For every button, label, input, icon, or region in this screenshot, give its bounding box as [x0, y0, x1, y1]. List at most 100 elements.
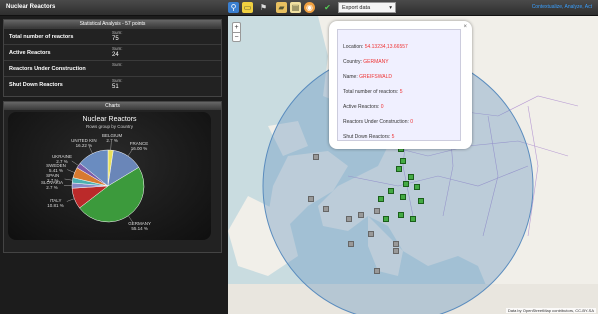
top-toolbar: Nuclear Reactors ⚲ ▭ ⚑ ▰ ▤ ◉ ✔ Export da… — [0, 0, 598, 16]
reactor-marker[interactable] — [323, 206, 329, 212]
reactor-marker[interactable] — [396, 166, 402, 172]
popup-key: Name: — [343, 74, 360, 80]
popup-key: Location: — [343, 44, 365, 50]
stat-label: Active Reactors — [9, 50, 51, 56]
pin-tool-icon[interactable]: ⚑ — [258, 2, 269, 13]
chevron-down-icon: ▾ — [389, 4, 392, 11]
pie-leader-line — [110, 142, 112, 151]
pie-slice-label: UNITED KIN 16.22 % — [64, 138, 104, 148]
popup-row: Location: 54.13234,13.66557 — [343, 44, 408, 50]
popup-key: Reactors Under Construction: — [343, 119, 411, 125]
map-attribution[interactable]: Data by OpenStreetMap contributors, CC-B… — [505, 308, 596, 313]
stat-label: Shut Down Reactors — [9, 82, 63, 88]
export-select[interactable]: Export data ▾ — [338, 2, 396, 13]
export-select-value: Export data — [342, 4, 371, 11]
stats-panel: Statistical Analysis - 57 points Total n… — [3, 19, 222, 97]
stat-row: Reactors Under Construction Sum: — [4, 60, 221, 76]
popup-key: Country: — [343, 59, 364, 65]
folder-icon[interactable]: ▰ — [276, 2, 287, 13]
slice-percent: 16.22 % — [75, 142, 93, 148]
checkmark-icon[interactable]: ✔ — [322, 2, 333, 13]
stat-sum-label: Sum: — [112, 78, 123, 83]
app-root: Nuclear Reactors ⚲ ▭ ⚑ ▰ ▤ ◉ ✔ Export da… — [0, 0, 598, 314]
pie-slice-label: FRANCE 16.00 % — [119, 141, 159, 151]
popup-value: GREIFSWALD — [359, 74, 392, 80]
comment-icon[interactable]: ▭ — [242, 2, 253, 13]
stat-sum-label: Sum: — [112, 30, 123, 35]
reactor-marker[interactable] — [393, 241, 399, 247]
popup-value: 0 — [380, 104, 384, 110]
stat-value: 75 — [112, 36, 119, 42]
popup-row: Total number of reactors: 5 — [343, 89, 402, 95]
popup-key: Total number of reactors: — [343, 89, 400, 95]
reactor-marker[interactable] — [408, 174, 414, 180]
note-icon[interactable]: ▤ — [290, 2, 301, 13]
popup-row: Shut Down Reactors: 5 — [343, 134, 394, 140]
popup-key: Shut Down Reactors: — [343, 134, 392, 140]
pie-chart-card: Nuclear Reactors Rows group by Country B… — [8, 112, 211, 240]
reactor-marker[interactable] — [383, 216, 389, 222]
location-pin-icon[interactable]: ⚲ — [228, 2, 239, 13]
popup-row: Name: GREIFSWALD — [343, 74, 392, 80]
left-panel: Statistical Analysis - 57 points Total n… — [0, 16, 228, 314]
reactor-marker[interactable] — [388, 188, 394, 194]
slice-percent: 10.81 % — [47, 202, 64, 208]
stats-header: Statistical Analysis - 57 points — [4, 20, 221, 28]
reactor-marker[interactable] — [348, 241, 354, 247]
popup-row: Reactors Under Construction: 0 — [343, 119, 413, 125]
popup-value: GERMANY — [363, 59, 389, 65]
reactor-marker[interactable] — [410, 216, 416, 222]
reactor-marker[interactable] — [308, 196, 314, 202]
slice-percent: 2.7 % — [46, 178, 59, 184]
popup-value: 5 — [391, 134, 395, 140]
popup-key: Active Reactors: — [343, 104, 381, 110]
slice-percent: 55.14 % — [131, 225, 148, 231]
pie-slice-label: SPAIN 2.7 % — [33, 173, 73, 183]
stat-value: 51 — [112, 84, 119, 90]
close-icon[interactable]: × — [463, 24, 467, 30]
popup-row: Country: GERMANY — [343, 59, 389, 65]
popup-value: 0 — [410, 119, 414, 125]
reactor-marker[interactable] — [374, 268, 380, 274]
charts-header: Charts — [4, 102, 221, 110]
pie-slice-label: SWEDEN 5.41 % — [36, 163, 76, 173]
header-link[interactable]: Contextualize, Analyze, Act — [532, 4, 592, 10]
reactor-marker[interactable] — [400, 194, 406, 200]
reactor-marker[interactable] — [403, 181, 409, 187]
stat-sum-label: Sum: — [112, 46, 123, 51]
stat-row: Active Reactors Sum: 24 — [4, 44, 221, 60]
reactor-marker[interactable] — [368, 231, 374, 237]
reactor-marker[interactable] — [414, 184, 420, 190]
reactor-marker[interactable] — [418, 198, 424, 204]
reactor-marker[interactable] — [378, 196, 384, 202]
zoom-out-button[interactable]: − — [233, 32, 240, 41]
slice-percent: 2.7 % — [46, 185, 58, 191]
reactor-marker[interactable] — [374, 208, 380, 214]
reactor-marker[interactable] — [346, 216, 352, 222]
reactor-marker[interactable] — [400, 158, 406, 164]
stat-label: Reactors Under Construction — [9, 66, 86, 72]
slice-percent: 16.00 % — [130, 146, 148, 152]
reactor-marker[interactable] — [313, 154, 319, 160]
reactor-marker[interactable] — [358, 212, 364, 218]
popup-content: Location: 54.13234,13.66557 Country: GERM… — [337, 29, 461, 141]
stat-sum-label: Sum: — [112, 62, 123, 67]
globe-icon[interactable]: ◉ — [304, 2, 315, 13]
stat-value: 24 — [112, 52, 119, 58]
pie-slice-label: GERMANY 55.14 % — [120, 221, 160, 231]
pie-slice-label: UKRAINE 2.7 % — [42, 154, 82, 164]
stat-row: Total number of reactors Sum: 75 — [4, 28, 221, 44]
slice-percent: 2.7 % — [56, 158, 68, 164]
zoom-control: + − — [232, 22, 241, 42]
zoom-in-button[interactable]: + — [233, 23, 240, 32]
map-view[interactable]: + − × Location: 54.13234,13.66557 Country… — [228, 16, 598, 314]
reactor-popup: × Location: 54.13234,13.66557 Country: GE… — [329, 21, 472, 149]
popup-row: Active Reactors: 0 — [343, 104, 384, 110]
slice-percent: 5.41 % — [49, 168, 64, 174]
reactor-marker[interactable] — [393, 248, 399, 254]
app-title: Nuclear Reactors — [6, 4, 56, 10]
reactor-marker[interactable] — [398, 212, 404, 218]
stat-row: Shut Down Reactors Sum: 51 — [4, 76, 221, 92]
pie-slice-label: ITALY 10.81 % — [36, 198, 76, 208]
popup-value: 54.13234,13.66557 — [364, 44, 408, 50]
